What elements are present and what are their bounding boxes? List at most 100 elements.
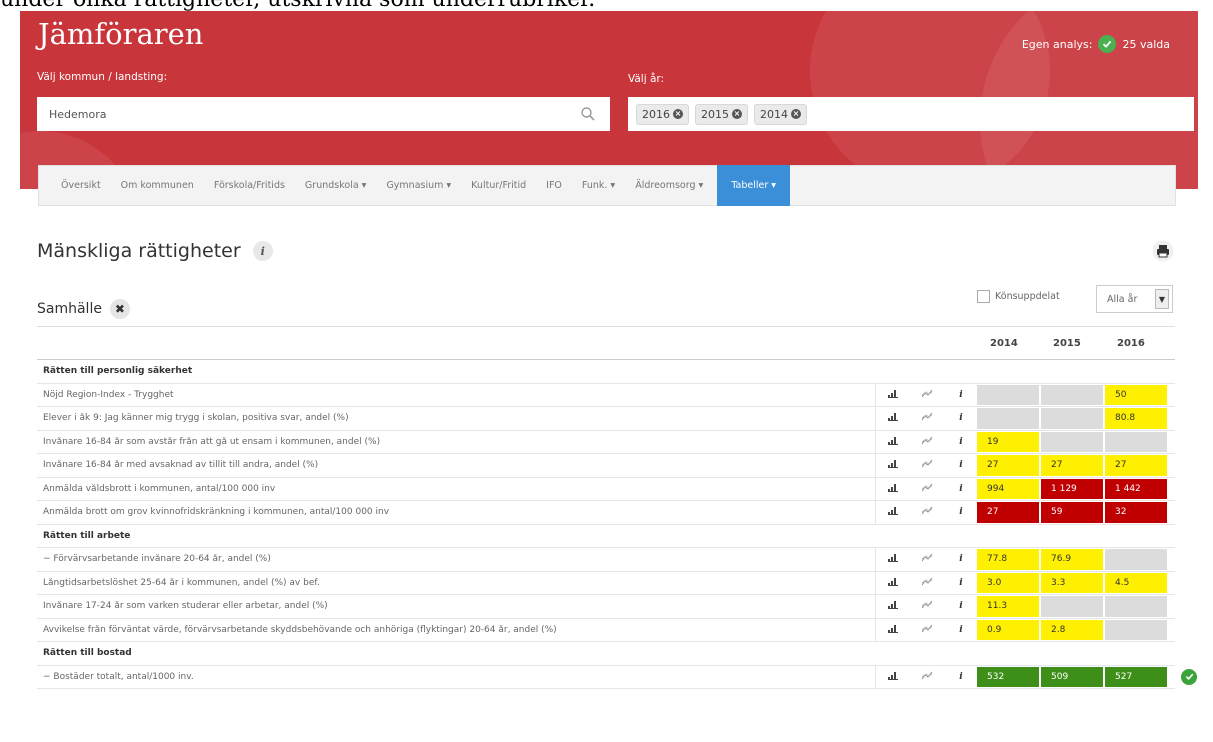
main-nav: Översikt Om kommunen Förskola/Fritids Gr… (38, 165, 1176, 206)
value-cell (1041, 596, 1103, 617)
year-tag[interactable]: 2014 × (754, 103, 807, 125)
line-chart-icon[interactable] (920, 389, 934, 401)
value-cell (977, 384, 1039, 405)
info-icon[interactable]: i (954, 507, 968, 517)
print-icon[interactable] (1152, 240, 1174, 262)
line-chart-icon[interactable] (920, 553, 934, 565)
value-cell: 27 (1041, 455, 1103, 476)
table-row[interactable]: Elever i åk 9: Jag känner mig trygg i sk… (37, 407, 1175, 431)
table-row[interactable]: − Bostäder totalt, antal/1000 inv. i 532 50… (37, 665, 1197, 689)
selected-count: 25 valda (1122, 37, 1170, 51)
app-title[interactable]: Jämföraren (38, 17, 203, 51)
bar-chart-icon[interactable] (886, 412, 900, 424)
year-filter-value: Alla år (1107, 293, 1138, 305)
kon-label: Könsuppdelat (995, 291, 1060, 302)
bar-chart-icon[interactable] (886, 436, 900, 448)
chevron-down-icon[interactable]: ▼ (1155, 289, 1169, 309)
info-icon[interactable]: i (954, 625, 968, 635)
bar-chart-icon[interactable] (886, 389, 900, 401)
line-chart-icon[interactable] (920, 600, 934, 612)
remove-icon[interactable]: × (791, 109, 801, 119)
row-label: − Förvärvsarbetande invånare 20-64 år, a… (43, 554, 271, 564)
value-cell: 27 (1105, 455, 1167, 476)
table-row[interactable]: Avvikelse från förväntat värde, förvärvs… (37, 618, 1175, 642)
year-tag[interactable]: 2015 × (695, 103, 748, 125)
info-icon[interactable]: i (954, 484, 968, 494)
nav-aldreomsorg[interactable]: Äldreomsorg ▾ (625, 180, 713, 191)
row-label: Invånare 16-84 år som avstår från att gå… (43, 436, 381, 447)
line-chart-icon[interactable] (920, 506, 934, 518)
remove-subsection-icon[interactable]: ✖ (109, 299, 130, 319)
row-actions: i (875, 595, 978, 618)
remove-icon[interactable]: × (732, 109, 742, 119)
nav-gymnasium[interactable]: Gymnasium ▾ (376, 180, 461, 191)
info-icon[interactable]: i (954, 390, 968, 400)
value-cell: 77.8 (977, 549, 1039, 570)
info-icon[interactable]: i (954, 672, 968, 682)
bar-chart-icon[interactable] (886, 459, 900, 471)
table-row[interactable]: Anmälda brott om grov kvinnofridskränkni… (37, 501, 1175, 525)
nav-tabeller[interactable]: Tabeller ▾ (717, 165, 791, 206)
bar-chart-icon[interactable] (886, 483, 900, 495)
municipality-input[interactable] (37, 97, 610, 131)
municipality-label: Välj kommun / landsting: (37, 71, 168, 83)
bar-chart-icon[interactable] (886, 553, 900, 565)
bar-chart-icon[interactable] (886, 600, 900, 612)
info-icon[interactable]: i (954, 460, 968, 470)
row-actions: i (875, 383, 978, 406)
year-tag[interactable]: 2016 × (636, 103, 689, 125)
line-chart-icon[interactable] (920, 577, 934, 589)
bar-chart-icon[interactable] (886, 577, 900, 589)
table-row[interactable]: Långtidsarbetslöshet 25-64 år i kommunen… (37, 571, 1175, 595)
row-label: Invånare 16-84 år med avsaknad av tillit… (43, 460, 319, 470)
info-icon[interactable]: i (954, 554, 968, 564)
value-cell (1041, 408, 1103, 429)
row-actions: i (875, 665, 978, 688)
kon-checkbox[interactable] (977, 290, 990, 303)
line-chart-icon[interactable] (920, 483, 934, 495)
line-chart-icon[interactable] (920, 624, 934, 636)
table-row[interactable]: Invånare 16-84 år med avsaknad av tillit… (37, 454, 1175, 478)
nav-om-kommunen[interactable]: Om kommunen (111, 180, 204, 191)
table-row[interactable]: Invånare 17-24 år som varken studerar el… (37, 595, 1175, 619)
nav-ifo[interactable]: IFO (536, 180, 572, 191)
value-cell: 4.5 (1105, 572, 1167, 593)
nav-forskola[interactable]: Förskola/Fritids (204, 180, 295, 191)
bar-chart-icon[interactable] (886, 506, 900, 518)
value-cell: 76.9 (1041, 549, 1103, 570)
line-chart-icon[interactable] (920, 436, 934, 448)
value-cell: 994 (977, 478, 1039, 499)
egen-analys[interactable]: Egen analys: 25 valda (1022, 35, 1170, 53)
nav-grundskola[interactable]: Grundskola ▾ (295, 180, 377, 191)
table-row[interactable]: Anmälda våldsbrott i kommunen, antal/100… (37, 477, 1175, 501)
info-icon[interactable]: i (954, 578, 968, 588)
info-icon[interactable]: i (954, 601, 968, 611)
table-row[interactable]: Invånare 16-84 år som avstår från att gå… (37, 430, 1175, 454)
table-row[interactable]: − Förvärvsarbetande invånare 20-64 år, a… (37, 548, 1175, 572)
kon-toggle[interactable]: Könsuppdelat (977, 290, 1060, 303)
remove-icon[interactable]: × (673, 109, 683, 119)
year-filter-select[interactable]: Alla år ▼ (1096, 285, 1173, 313)
line-chart-icon[interactable] (920, 671, 934, 683)
search-icon[interactable] (580, 106, 596, 122)
year-selector[interactable]: 2016 × 2015 × 2014 × (628, 97, 1194, 131)
line-chart-icon[interactable] (920, 412, 934, 424)
subsection-header: Samhälle ✖ (37, 299, 130, 319)
value-cell: 3.0 (977, 572, 1039, 593)
row-actions: i (875, 407, 978, 430)
nav-funk[interactable]: Funk. ▾ (572, 180, 625, 191)
value-cell: 27 (977, 502, 1039, 523)
info-icon[interactable]: i (252, 241, 273, 261)
info-icon[interactable]: i (954, 437, 968, 447)
info-icon[interactable]: i (954, 413, 968, 423)
row-actions: i (875, 501, 978, 524)
nav-kultur[interactable]: Kultur/Fritid (461, 180, 536, 191)
bar-chart-icon[interactable] (886, 671, 900, 683)
line-chart-icon[interactable] (920, 459, 934, 471)
value-cell: 1 442 (1105, 478, 1167, 499)
nav-oversikt[interactable]: Översikt (51, 180, 111, 191)
row-actions: i (875, 571, 978, 594)
bar-chart-icon[interactable] (886, 624, 900, 636)
table-row[interactable]: Nöjd Region-Index - Trygghet i 50 (37, 383, 1175, 407)
year-tag-label: 2014 (760, 107, 788, 121)
